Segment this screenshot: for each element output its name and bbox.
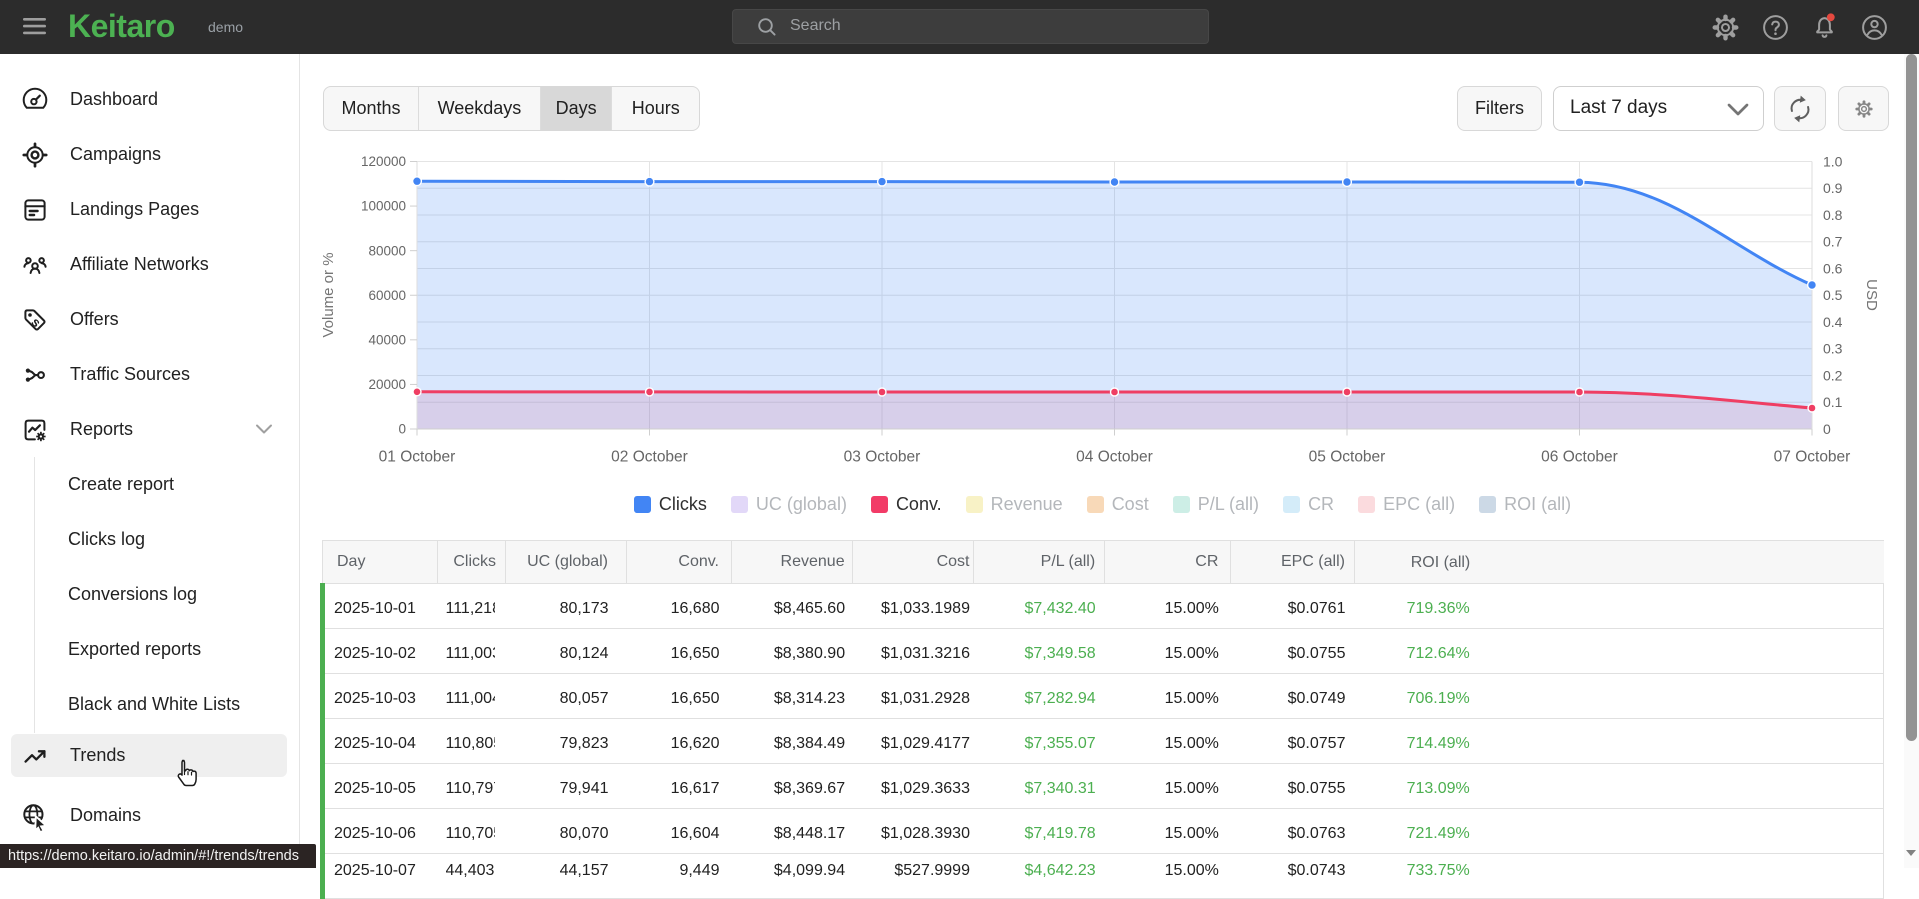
svg-text:USD: USD [1863, 279, 1880, 311]
svg-text:0: 0 [1823, 421, 1831, 437]
svg-text:0.3: 0.3 [1823, 341, 1843, 357]
svg-text:1.0: 1.0 [1823, 153, 1843, 169]
svg-text:100000: 100000 [361, 199, 406, 214]
svg-text:0: 0 [398, 422, 406, 437]
svg-text:03 October: 03 October [844, 449, 921, 466]
svg-text:0.5: 0.5 [1823, 287, 1843, 303]
svg-text:0.7: 0.7 [1823, 234, 1843, 250]
svg-text:0.2: 0.2 [1823, 367, 1843, 383]
svg-text:120000: 120000 [361, 154, 406, 169]
svg-text:60000: 60000 [368, 288, 406, 303]
svg-text:0.4: 0.4 [1823, 314, 1843, 330]
svg-text:01 October: 01 October [379, 449, 456, 466]
svg-text:20000: 20000 [368, 377, 406, 392]
svg-text:0.1: 0.1 [1823, 394, 1843, 410]
svg-text:07 October: 07 October [1774, 449, 1851, 466]
svg-text:0.8: 0.8 [1823, 207, 1843, 223]
svg-text:0.9: 0.9 [1823, 180, 1843, 196]
svg-text:05 October: 05 October [1309, 449, 1386, 466]
svg-text:40000: 40000 [368, 332, 406, 347]
svg-text:80000: 80000 [368, 243, 406, 258]
svg-text:s: s [28, 314, 44, 330]
svg-text:04 October: 04 October [1076, 449, 1153, 466]
svg-text:06 October: 06 October [1541, 449, 1618, 466]
svg-text:Volume or %: Volume or % [320, 252, 337, 337]
svg-text:0.6: 0.6 [1823, 260, 1843, 276]
svg-text:02 October: 02 October [611, 449, 688, 466]
